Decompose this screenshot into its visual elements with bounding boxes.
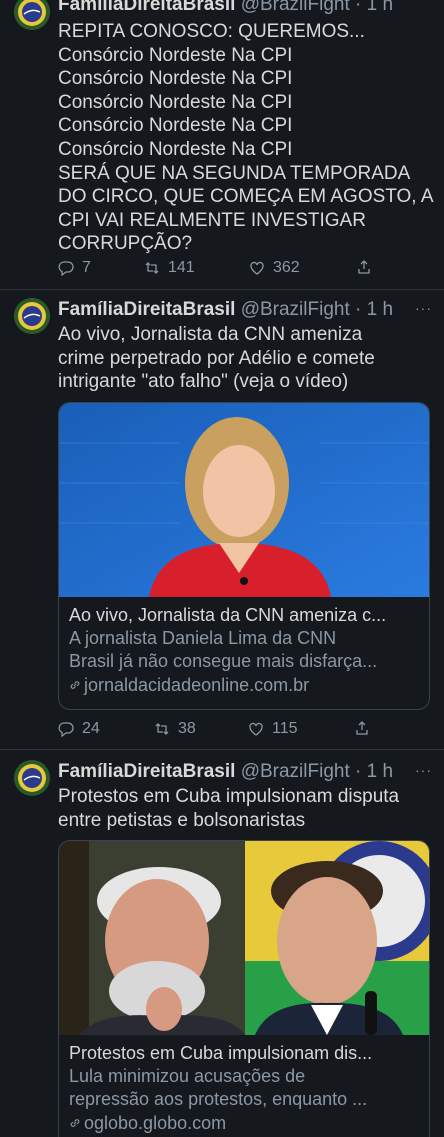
card-domain-text: oglobo.globo.com [84,1113,227,1133]
retweet-icon [145,262,159,274]
tweet-text-line: Protestos em Cuba impulsionam disputa [58,786,400,807]
tweet-text-line: Consórcio Nordeste Na CPI [58,115,293,137]
tweet-text-line: DO CIRCO, QUE COMEÇA EM AGOSTO, A [58,186,434,208]
tweet-actions: 7 141 362 [58,259,388,281]
card-description: A jornalista Daniela Lima da CNN [69,628,337,648]
tweet-text-line: Ao vivo, Jornalista da CNN ameniza [58,324,363,345]
reply-icon [58,261,74,276]
author-handle[interactable]: @BrazilFight [241,761,350,782]
more-icon[interactable]: ··· [415,300,432,316]
share-button[interactable] [356,259,372,275]
tweet-3[interactable]: FamíliaDireitaBrasil @BrazilFight · 1 h … [0,750,444,1137]
author-handle[interactable]: @BrazilFight [241,0,350,15]
tweet-1[interactable]: FamíliaDireitaBrasil @BrazilFight · 1 h … [0,0,444,290]
card-domain[interactable]: jornaldacidadeonline.com.br [69,673,419,697]
reply-button[interactable]: 7 [58,259,91,277]
author-name[interactable]: FamíliaDireitaBrasil [58,0,235,15]
tweet-text-line: Consórcio Nordeste Na CPI [58,68,293,90]
timestamp[interactable]: 1 h [367,299,393,320]
card-text: Protestos em Cuba impulsionam dis... Lul… [59,1035,429,1137]
tweet-header: FamíliaDireitaBrasil @BrazilFight · 1 h [58,0,434,17]
tweet-text-line: Consórcio Nordeste Na CPI [58,138,293,160]
heart-icon [249,722,263,736]
avatar[interactable] [14,0,50,30]
like-button[interactable]: 362 [249,259,300,277]
retweet-count: 38 [178,720,196,737]
author-name[interactable]: FamíliaDireitaBrasil [58,761,235,782]
tweet-header: FamíliaDireitaBrasil @BrazilFight · 1 h [58,760,434,784]
card-title: Protestos em Cuba impulsionam dis... [69,1043,373,1063]
tweet-2[interactable]: FamíliaDireitaBrasil @BrazilFight · 1 h … [0,290,444,750]
tweet-text-line: REPITA CONOSCO: QUEREMOS... [58,21,365,42]
author-name[interactable]: FamíliaDireitaBrasil [58,299,235,320]
avatar[interactable] [14,298,50,334]
card-domain-text: jornaldacidadeonline.com.br [84,675,310,695]
like-count: 115 [272,720,298,737]
share-icon [358,260,370,274]
card-text: Ao vivo, Jornalista da CNN ameniza c... … [59,597,429,705]
heart-icon [250,261,264,275]
share-button[interactable] [354,720,370,736]
like-button[interactable]: 115 [248,720,298,738]
tweet-text-line: crime perpetrado por Adélio e comete [58,347,375,369]
timestamp[interactable]: 1 h [367,0,393,15]
reply-button[interactable]: 24 [58,720,100,738]
card-description: repressão aos protestos, enquanto ... [69,1089,368,1109]
tweet-text: REPITA CONOSCO: QUEREMOS... Consórcio No… [58,20,434,256]
separator: · [355,761,362,782]
card-image [59,403,429,597]
tweet-text-line: entre petistas e bolsonaristas [58,809,306,831]
link-card[interactable]: Ao vivo, Jornalista da CNN ameniza c... … [58,402,430,710]
avatar[interactable] [14,760,50,796]
retweet-count: 141 [168,259,195,276]
card-title: Ao vivo, Jornalista da CNN ameniza c... [69,605,387,625]
tweet-text-line: Consórcio Nordeste Na CPI [58,91,293,113]
tweet-text-line: CPI VAI REALMENTE INVESTIGAR [58,209,366,231]
timestamp[interactable]: 1 h [367,761,393,782]
more-icon[interactable]: ··· [415,762,432,778]
tweet-text-line: intrigante "ato falho" (veja o vídeo) [58,371,349,393]
tweet-text: Ao vivo, Jornalista da CNN ameniza crime… [58,323,430,394]
retweet-button[interactable]: 141 [144,259,195,277]
card-image [59,841,429,1035]
tweet-header: FamíliaDireitaBrasil @BrazilFight · 1 h [58,298,434,322]
share-icon [356,721,368,735]
reply-count: 24 [82,720,100,737]
like-count: 362 [273,259,300,276]
retweet-button[interactable]: 38 [154,720,196,738]
tweet-actions: 24 38 115 [58,720,388,742]
tweet-text-line: Consórcio Nordeste Na CPI [58,44,293,66]
separator: · [355,0,362,15]
link-icon [70,681,80,689]
card-description: Lula minimizou acusações de [69,1066,306,1086]
tweet-text-line: CORRUPÇÃO? [58,233,193,255]
card-description: Brasil já não consegue mais disfarça... [69,651,378,671]
reply-icon [58,722,74,737]
reply-count: 7 [82,259,91,276]
retweet-icon [155,723,169,735]
card-domain[interactable]: oglobo.globo.com [69,1111,419,1135]
separator: · [355,299,362,320]
tweet-text-line: SERÁ QUE NA SEGUNDA TEMPORADA [58,162,411,184]
link-icon [70,1119,80,1127]
link-card[interactable]: Protestos em Cuba impulsionam dis... Lul… [58,840,430,1137]
tweet-text: Protestos em Cuba impulsionam disputa en… [58,785,430,832]
author-handle[interactable]: @BrazilFight [241,299,350,320]
